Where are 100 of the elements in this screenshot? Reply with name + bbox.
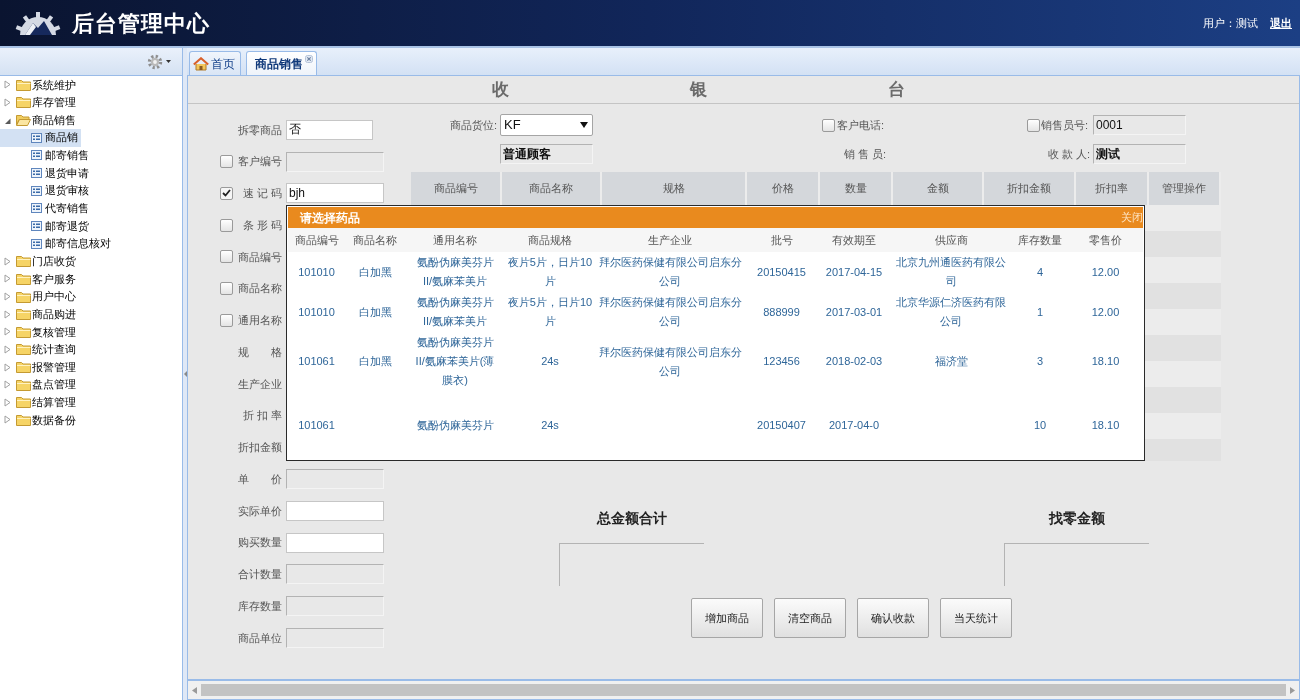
popup-title: 请选择药品 [300,209,360,227]
tree-item[interactable]: 退货审核 [0,181,92,200]
total-label: 总金额合计 [596,509,667,528]
action-button[interactable]: 确认收款 [857,598,929,638]
tree-folder[interactable]: 盘点管理 [0,375,79,394]
table-cell-text: 3 [1036,354,1044,369]
tree-folder[interactable]: 复核管理 [0,322,79,341]
home-icon [193,56,209,71]
horizontal-scrollbar[interactable] [187,680,1300,700]
folder-icon [16,361,31,374]
gear-icon [147,53,163,70]
column-header: 商品名称 [353,232,397,248]
folder-icon [16,308,31,321]
table-cell-text: 18.10 [1091,417,1120,433]
field-label: 速 记 码 [241,186,282,202]
field-label: 商品货位: [448,117,497,133]
table-cell-text: 2018-02-03 [825,354,883,369]
column-header: 管理操作 [1149,172,1221,205]
tree-item[interactable]: 商品销 [0,128,81,147]
text-field[interactable]: bjh [286,183,384,204]
checkbox[interactable] [220,155,233,169]
location-select[interactable]: KF [500,114,593,136]
folder-icon [16,378,31,391]
tab[interactable]: 商品销售 [246,51,317,75]
close-icon [305,55,313,63]
table-cell-text: 北京华源仁济医药有限公司 [895,295,1007,329]
settings-menu-button[interactable] [146,52,172,71]
tree-folder[interactable]: 商品购进 [0,305,79,323]
tick-icon [222,189,231,198]
tree-folder[interactable]: 系统维护 [0,76,79,94]
tree-folder[interactable]: 商品销售 [0,111,79,129]
column-header: 通用名称 [433,232,477,248]
field-label: 销售员号: [1041,117,1089,133]
field-label: 商品单位 [237,630,282,646]
collapse-arrow-icon [183,371,187,377]
checkbox[interactable] [822,118,835,132]
checkbox[interactable] [220,282,233,296]
table-cell-text: 拜尔医药保健有限公司启东分公司 [597,344,743,379]
checkbox[interactable] [220,186,233,200]
splitter-bar[interactable] [183,48,187,700]
field-label: 单 价 [237,471,282,487]
list-item-icon [31,168,42,178]
list-item-icon [31,203,42,214]
column-header: 商品编号 [411,172,502,205]
text-field[interactable]: 否 [286,119,373,140]
text-field[interactable] [286,500,384,521]
tree-folder[interactable]: 统计查询 [0,340,79,359]
tree-folder[interactable]: 库存管理 [0,93,79,112]
table-cell-text: 101061 [298,417,335,433]
dropdown-arrow-icon [580,122,588,128]
tree-folder[interactable]: 客户服务 [0,270,79,288]
checkbox[interactable] [220,313,233,327]
column-header: 数量 [820,172,893,205]
tree-folder[interactable]: 门店收货 [0,252,79,271]
tree-folder[interactable]: 结算管理 [0,393,79,412]
table-cell-text: 888999 [763,304,800,320]
tree-item[interactable]: 代寄销售 [0,199,92,218]
title-character: 银 [690,77,707,101]
column-header: 库存数量 [1018,232,1062,248]
table-cell-text: 2017-04-15 [825,264,883,280]
table-cell-text: 福济堂 [934,354,968,369]
folder-icon [16,272,31,285]
field-label: 客户电话: [837,117,885,133]
title-character: 收 [492,77,509,101]
table-cell-text: 18.10 [1091,354,1120,369]
column-header: 批号 [770,232,793,248]
tree-folder[interactable]: 用户中心 [0,287,79,306]
field-label: 拆零商品 [237,122,282,138]
column-header: 零售价 [1089,232,1122,248]
scroll-right-arrow-icon [1290,686,1295,694]
table-cell-text: 101010 [298,304,335,320]
table-cell-text: 氨酚伪麻美芬片II/氨麻苯美片(薄膜衣) [414,335,496,388]
logout-link[interactable]: 退出 [1270,14,1292,32]
text-field[interactable] [286,532,384,553]
column-header: 有效期至 [832,232,876,248]
tab[interactable]: 首页 [189,51,241,75]
folder-icon [16,343,31,356]
tree-item[interactable]: 退货申请 [0,164,92,182]
action-button[interactable]: 清空商品 [774,598,846,638]
tree-item[interactable]: 邮寄销售 [0,146,92,165]
field-label: 条 形 码 [241,217,282,233]
table-cell-text: 4 [1036,264,1044,280]
folder-icon [16,325,31,338]
tree-item[interactable]: 邮寄信息核对 [0,234,114,253]
tree-folder[interactable]: 数据备份 [0,411,79,429]
action-button[interactable]: 增加商品 [691,598,763,638]
checkbox[interactable] [220,218,233,232]
column-header: 折扣率 [1076,172,1149,205]
table-cell-text: 夜片5片，日片10片 [507,255,593,289]
column-header: 商品规格 [528,232,572,248]
checkbox[interactable] [1027,118,1040,132]
tree-folder[interactable]: 报警管理 [0,358,79,376]
checkbox[interactable] [220,250,233,264]
scrollbar-thumb[interactable] [201,684,1286,696]
total-label: 找零金额 [1048,509,1105,528]
tree-item[interactable]: 邮寄退货 [0,217,92,235]
action-button[interactable]: 当天统计 [940,598,1012,638]
column-header: 供应商 [934,232,968,248]
user-label: 用户：测试 [1203,15,1258,31]
column-header: 价格 [747,172,820,205]
